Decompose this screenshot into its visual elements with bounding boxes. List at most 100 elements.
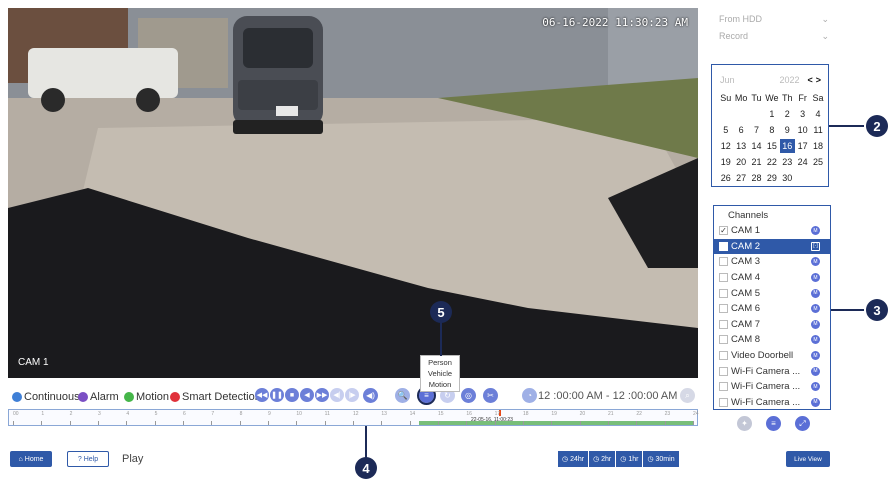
calendar-day[interactable]: 6 bbox=[733, 123, 748, 137]
step-forward-icon[interactable]: |▶ bbox=[345, 388, 359, 402]
channel-checkbox[interactable] bbox=[719, 382, 728, 392]
channel-row[interactable]: Wi-Fi Camera ... M bbox=[714, 363, 830, 379]
channel-row[interactable]: CAM 2 [·] bbox=[714, 238, 830, 255]
stop-icon[interactable]: ■ bbox=[285, 388, 299, 402]
channel-row[interactable]: Video Doorbell M bbox=[714, 348, 830, 364]
channel-checkbox[interactable] bbox=[719, 319, 728, 329]
menu-item-vehicle[interactable]: Vehicle bbox=[421, 368, 459, 379]
calendar-day[interactable]: 30 bbox=[780, 171, 795, 185]
calendar-grid: Su Mo Tu We Th Fr Sa 1 2 3 4 5 6 7 8 9 10 11 12 13 14 15 16 17 1… bbox=[718, 91, 826, 185]
timeline-tick bbox=[608, 421, 609, 425]
channel-checkbox[interactable] bbox=[719, 288, 728, 298]
smart-detection-check-icon bbox=[170, 392, 180, 402]
channel-row[interactable]: CAM 5 M bbox=[714, 285, 830, 301]
live-view-button[interactable]: Live View bbox=[786, 451, 830, 467]
channel-checkbox[interactable] bbox=[719, 257, 728, 267]
play-reverse-icon[interactable]: ◀ bbox=[300, 388, 314, 402]
calendar-day[interactable]: 24 bbox=[795, 155, 810, 169]
zoom-2hr-button[interactable]: ◷ 2hr bbox=[589, 451, 616, 467]
calendar-day[interactable]: 7 bbox=[749, 123, 764, 137]
fast-forward-icon[interactable]: ▶▶ bbox=[315, 388, 329, 402]
calendar-day[interactable]: 23 bbox=[780, 155, 795, 169]
channel-checkbox[interactable] bbox=[719, 241, 728, 251]
fullscreen-icon[interactable]: ⤢ bbox=[795, 416, 810, 431]
search-time-icon[interactable]: ⌕ bbox=[680, 388, 695, 403]
channel-row[interactable]: CAM 3 M bbox=[714, 254, 830, 270]
zoom-1hr-button[interactable]: ◷ 1hr bbox=[616, 451, 643, 467]
help-button[interactable]: ? Help bbox=[67, 451, 109, 467]
calendar-day[interactable]: 20 bbox=[733, 155, 748, 169]
list-icon[interactable]: ≡ bbox=[766, 416, 781, 431]
calendar-day[interactable]: 12 bbox=[718, 139, 733, 153]
calendar-day[interactable]: 13 bbox=[733, 139, 748, 153]
channel-checkbox[interactable] bbox=[719, 366, 728, 376]
clip-icon[interactable]: ✂ bbox=[483, 388, 498, 403]
calendar-day[interactable]: 22 bbox=[764, 155, 779, 169]
pause-icon[interactable]: ❚❚ bbox=[270, 388, 284, 402]
calendar-day[interactable]: 27 bbox=[733, 171, 748, 185]
channel-checkbox[interactable] bbox=[719, 351, 728, 361]
channel-badge-icon: M bbox=[811, 257, 820, 267]
channel-row[interactable]: CAM 8 M bbox=[714, 332, 830, 348]
next-month-icon[interactable]: > bbox=[816, 75, 824, 85]
step-back-icon[interactable]: ◀| bbox=[330, 388, 344, 402]
calendar-day[interactable]: 4 bbox=[810, 107, 825, 121]
channel-badge-icon: M bbox=[811, 351, 820, 361]
timeline[interactable]: 22-05-16, 11:00:23 00 1 2 3 4 5 6 7 8 9 10 11 12 13 14… bbox=[8, 409, 699, 426]
calendar-day[interactable]: 8 bbox=[764, 123, 779, 137]
zoom-30min-button[interactable]: ◷ 30min bbox=[643, 451, 679, 467]
zoom-icon[interactable]: 🔍 bbox=[395, 388, 410, 403]
channel-row[interactable]: CAM 7 M bbox=[714, 317, 830, 333]
source-select[interactable]: From HDD ⌄ bbox=[719, 11, 829, 27]
calendar-day[interactable]: 2 bbox=[780, 107, 795, 121]
calendar-day[interactable]: 28 bbox=[749, 171, 764, 185]
volume-icon[interactable]: ◀) bbox=[363, 388, 378, 403]
channel-row[interactable]: CAM 4 M bbox=[714, 270, 830, 286]
channel-row[interactable]: Wi-Fi Camera ... M bbox=[714, 395, 830, 411]
calendar-day[interactable]: 11 bbox=[810, 123, 825, 137]
rewind-icon[interactable]: ◀◀ bbox=[255, 388, 269, 402]
time-range[interactable]: 12 :00:00 AM - 12 :00:00 AM bbox=[538, 390, 677, 402]
channel-badge-icon: [·] bbox=[811, 241, 820, 251]
calendar-day[interactable]: 26 bbox=[718, 171, 733, 185]
calendar-day[interactable]: 25 bbox=[810, 155, 825, 169]
timeline-tick-label: 20 bbox=[579, 411, 586, 417]
calendar-day[interactable]: 19 bbox=[718, 155, 733, 169]
menu-item-motion[interactable]: Motion bbox=[421, 379, 459, 390]
calendar-day[interactable]: 14 bbox=[749, 139, 764, 153]
select-all-icon[interactable]: ✦ bbox=[737, 416, 752, 431]
channel-row[interactable]: ✓ CAM 1 M bbox=[714, 223, 830, 239]
calendar-day[interactable]: 29 bbox=[764, 171, 779, 185]
calendar-day[interactable]: 5 bbox=[718, 123, 733, 137]
snapshot-icon[interactable]: ◎ bbox=[461, 388, 476, 403]
calendar-day[interactable]: 16 bbox=[779, 139, 795, 153]
source-select-value: From HDD bbox=[719, 14, 762, 24]
prev-month-icon[interactable]: < bbox=[807, 75, 815, 85]
calendar-day[interactable]: 21 bbox=[749, 155, 764, 169]
menu-item-person[interactable]: Person bbox=[421, 357, 459, 368]
calendar-day[interactable]: 18 bbox=[810, 139, 825, 153]
calendar-day[interactable]: 9 bbox=[780, 123, 795, 137]
calendar-day[interactable]: 15 bbox=[764, 139, 779, 153]
calendar-month: Jun bbox=[720, 75, 735, 85]
legend-smart-detection: Smart Detection bbox=[170, 391, 261, 403]
channel-row[interactable]: CAM 6 M bbox=[714, 301, 830, 317]
zoom-24hr-button[interactable]: ◷ 24hr bbox=[558, 451, 589, 467]
video-player[interactable]: 06-16-2022 11:30:23 AM CAM 1 bbox=[8, 8, 698, 378]
channel-checkbox[interactable] bbox=[719, 304, 728, 314]
channel-checkbox[interactable] bbox=[719, 397, 728, 407]
channel-checkbox[interactable]: ✓ bbox=[719, 226, 728, 236]
weekday-label: Tu bbox=[751, 93, 762, 103]
channel-row[interactable]: Wi-Fi Camera ... M bbox=[714, 379, 830, 395]
channel-checkbox[interactable] bbox=[719, 335, 728, 345]
timeline-tick bbox=[353, 421, 354, 425]
calendar-day[interactable]: 3 bbox=[795, 107, 810, 121]
channel-checkbox[interactable] bbox=[719, 273, 728, 283]
calendar-day[interactable]: 1 bbox=[764, 107, 779, 121]
calendar-day[interactable]: 17 bbox=[795, 139, 810, 153]
channel-badge-icon: M bbox=[811, 397, 820, 407]
home-button[interactable]: ⌂ Home bbox=[10, 451, 52, 467]
mode-select-value: Record bbox=[719, 31, 749, 41]
calendar-day[interactable]: 10 bbox=[795, 123, 810, 137]
mode-select[interactable]: Record ⌄ bbox=[719, 28, 829, 44]
